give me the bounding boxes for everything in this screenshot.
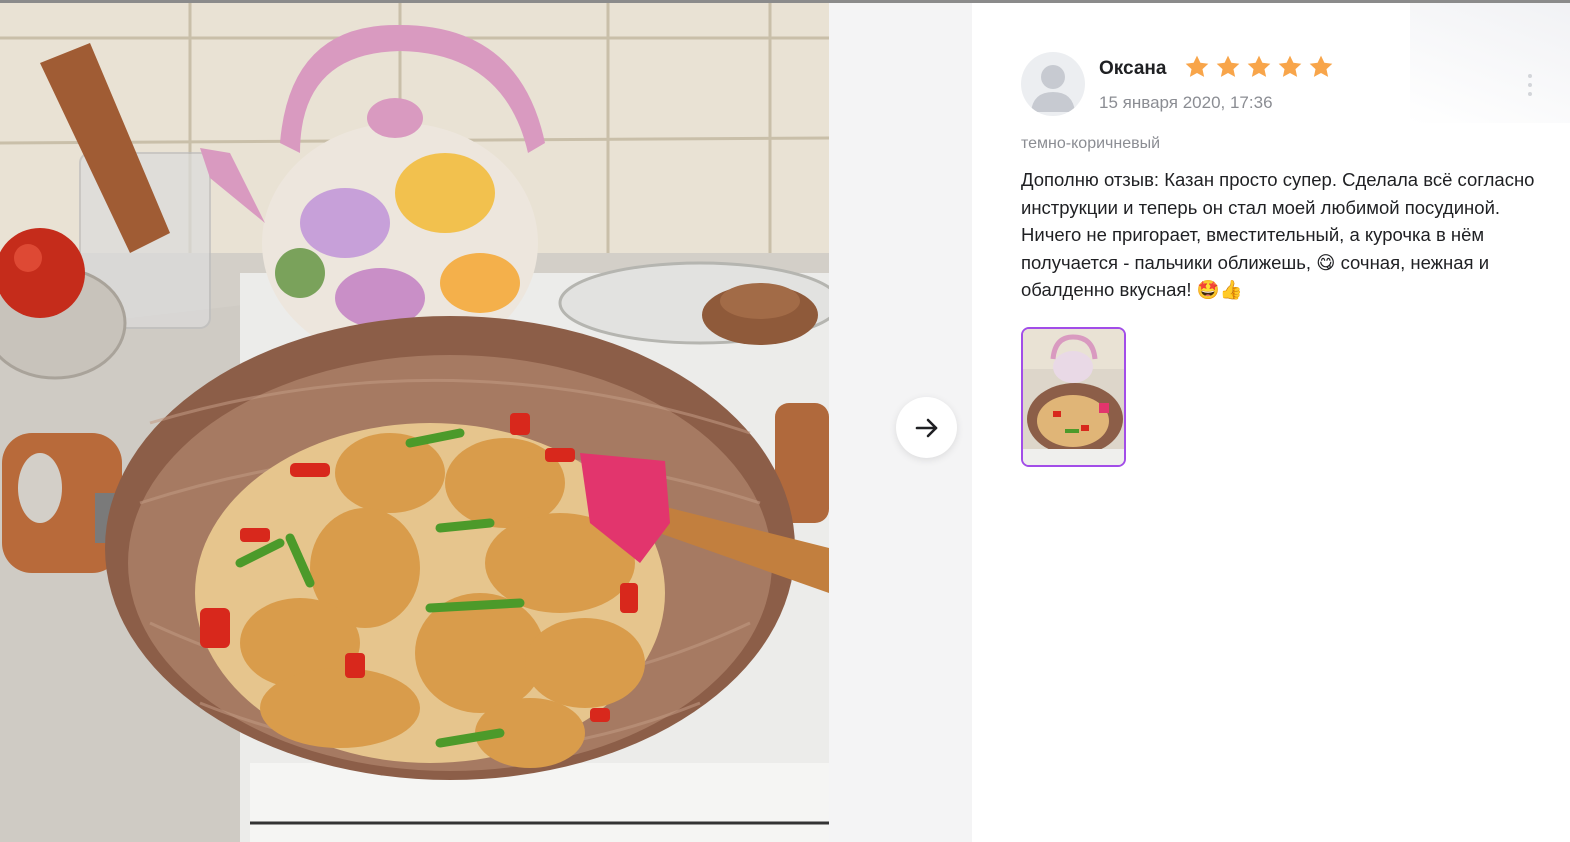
arrow-right-icon <box>915 418 937 437</box>
review-panel: Оксана 15 января 2020, 17:36 темно-корич… <box>972 3 1570 842</box>
rating-stars <box>1183 53 1335 81</box>
star-icon <box>1185 55 1209 77</box>
photo-illustration <box>0 3 829 842</box>
user-placeholder-icon <box>1031 65 1075 112</box>
star-icon <box>1309 55 1333 77</box>
next-photo-button[interactable] <box>896 397 957 458</box>
review-photo-main <box>0 3 829 842</box>
review-more-menu-button[interactable] <box>1512 59 1548 111</box>
star-icon <box>1247 55 1271 77</box>
review-photo-thumbnail[interactable] <box>1021 327 1126 467</box>
more-vertical-icon <box>1528 74 1532 78</box>
product-variant: темно-коричневый <box>1021 135 1161 152</box>
review-text: Дополню отзыв: Казан просто супер. Сдела… <box>1021 169 1535 300</box>
star-icon <box>1278 55 1302 77</box>
avatar <box>1021 52 1085 116</box>
review-date: 15 января 2020, 17:36 <box>1099 93 1273 112</box>
review-author: Оксана <box>1099 58 1167 79</box>
thumbnail-image <box>1023 329 1124 465</box>
star-icon <box>1216 55 1240 77</box>
